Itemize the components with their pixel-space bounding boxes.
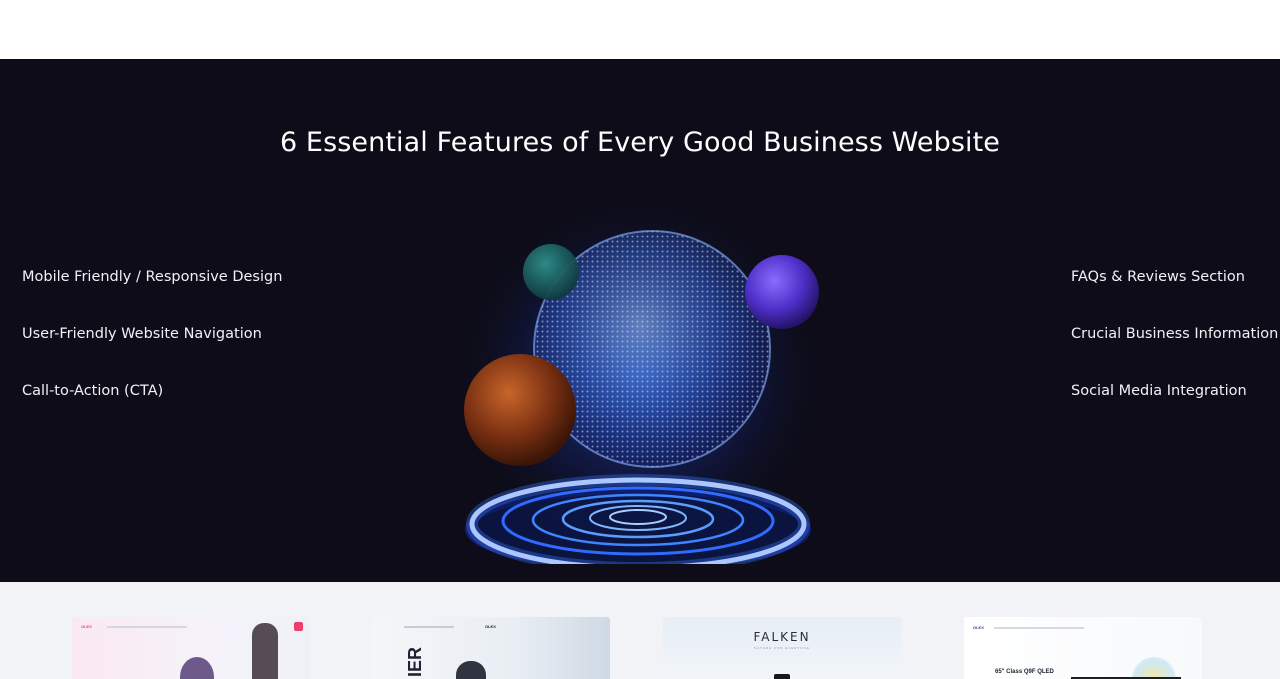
thumbnail-image [180, 657, 214, 679]
feature-faqs-reviews[interactable]: FAQs & Reviews Section [1071, 269, 1245, 285]
top-header-bar [0, 0, 1280, 59]
features-hero-section: 6 Essential Features of Every Good Busin… [0, 59, 1280, 582]
section-title: 6 Essential Features of Every Good Busin… [279, 127, 1001, 158]
thumbnail-logo: OLEX [485, 624, 496, 629]
thumbnail-headline: 65" Class Q9F QLED [995, 669, 1054, 675]
thumbnail-nav [994, 627, 1084, 629]
website-thumbnail[interactable]: OLEX 65" Class Q9F QLED [964, 617, 1202, 679]
thumbnail-graphic [1132, 657, 1176, 679]
thumbnail-headline: IER [405, 646, 425, 677]
thumbnail-tagline: NATURE FOR EVERYONE [754, 646, 810, 650]
thumbnail-logo: OLEX [973, 625, 984, 630]
thumbnail-logo: OLEX [81, 624, 92, 629]
hologram-sphere-illustration [450, 189, 830, 564]
thumbnail-nav [404, 626, 454, 628]
website-thumbnail[interactable]: FALKEN NATURE FOR EVERYONE [663, 617, 901, 679]
feature-website-navigation[interactable]: User-Friendly Website Navigation [22, 326, 262, 342]
thumbnail-model [252, 623, 278, 679]
thumbnail-nav [107, 626, 187, 628]
website-thumbnail[interactable]: OLEX IER [372, 617, 610, 679]
thumbnail-product [774, 674, 790, 679]
thumbnail-logo: FALKEN [753, 630, 811, 644]
feature-responsive-design[interactable]: Mobile Friendly / Responsive Design [22, 269, 282, 285]
cart-icon [294, 622, 303, 631]
website-thumbnail[interactable]: OLEX [72, 617, 310, 679]
feature-call-to-action[interactable]: Call-to-Action (CTA) [22, 383, 163, 399]
feature-business-information[interactable]: Crucial Business Information [1071, 326, 1278, 342]
website-examples-gallery: OLEX OLEX IER FALKEN NATURE FOR EVERYONE… [0, 582, 1280, 679]
thumbnail-model [456, 661, 486, 679]
feature-social-media[interactable]: Social Media Integration [1071, 383, 1247, 399]
